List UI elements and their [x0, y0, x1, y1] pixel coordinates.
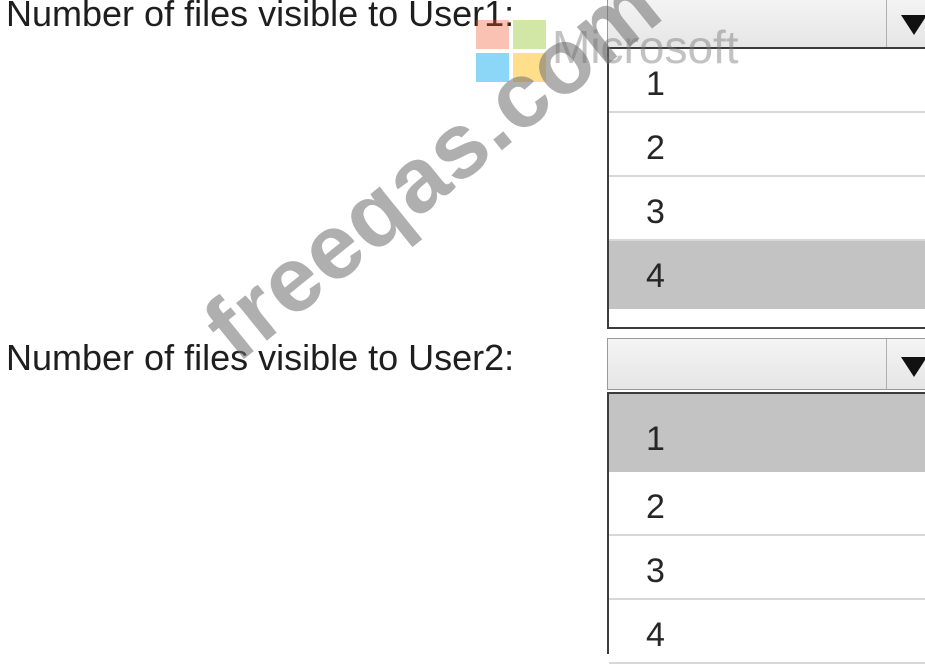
option-user2-4[interactable]: 4 — [609, 600, 925, 664]
question-label-user1: Number of files visible to User1: — [6, 0, 515, 34]
option-list-user2: 1 2 3 4 — [607, 392, 925, 664]
option-user2-1[interactable]: 1 — [609, 394, 925, 472]
option-user1-1[interactable]: 1 — [609, 49, 925, 113]
option-user1-4[interactable]: 4 — [609, 241, 925, 309]
option-list-user1: 1 2 3 4 — [607, 47, 925, 329]
logo-square-blue — [476, 53, 509, 82]
option-user2-2[interactable]: 2 — [609, 472, 925, 536]
dropdown-user2[interactable] — [607, 338, 925, 390]
logo-square-yellow — [513, 53, 546, 82]
chevron-down-icon — [901, 15, 925, 35]
dropdown-toggle-user1[interactable] — [886, 0, 925, 47]
option-user1-2[interactable]: 2 — [609, 113, 925, 177]
chevron-down-icon — [901, 357, 925, 377]
question-label-user2: Number of files visible to User2: — [6, 337, 515, 378]
option-user2-3[interactable]: 3 — [609, 536, 925, 600]
logo-square-green — [513, 20, 546, 49]
dropdown-user1[interactable] — [607, 0, 925, 48]
option-user1-3[interactable]: 3 — [609, 177, 925, 241]
dropdown-toggle-user2[interactable] — [886, 339, 925, 389]
